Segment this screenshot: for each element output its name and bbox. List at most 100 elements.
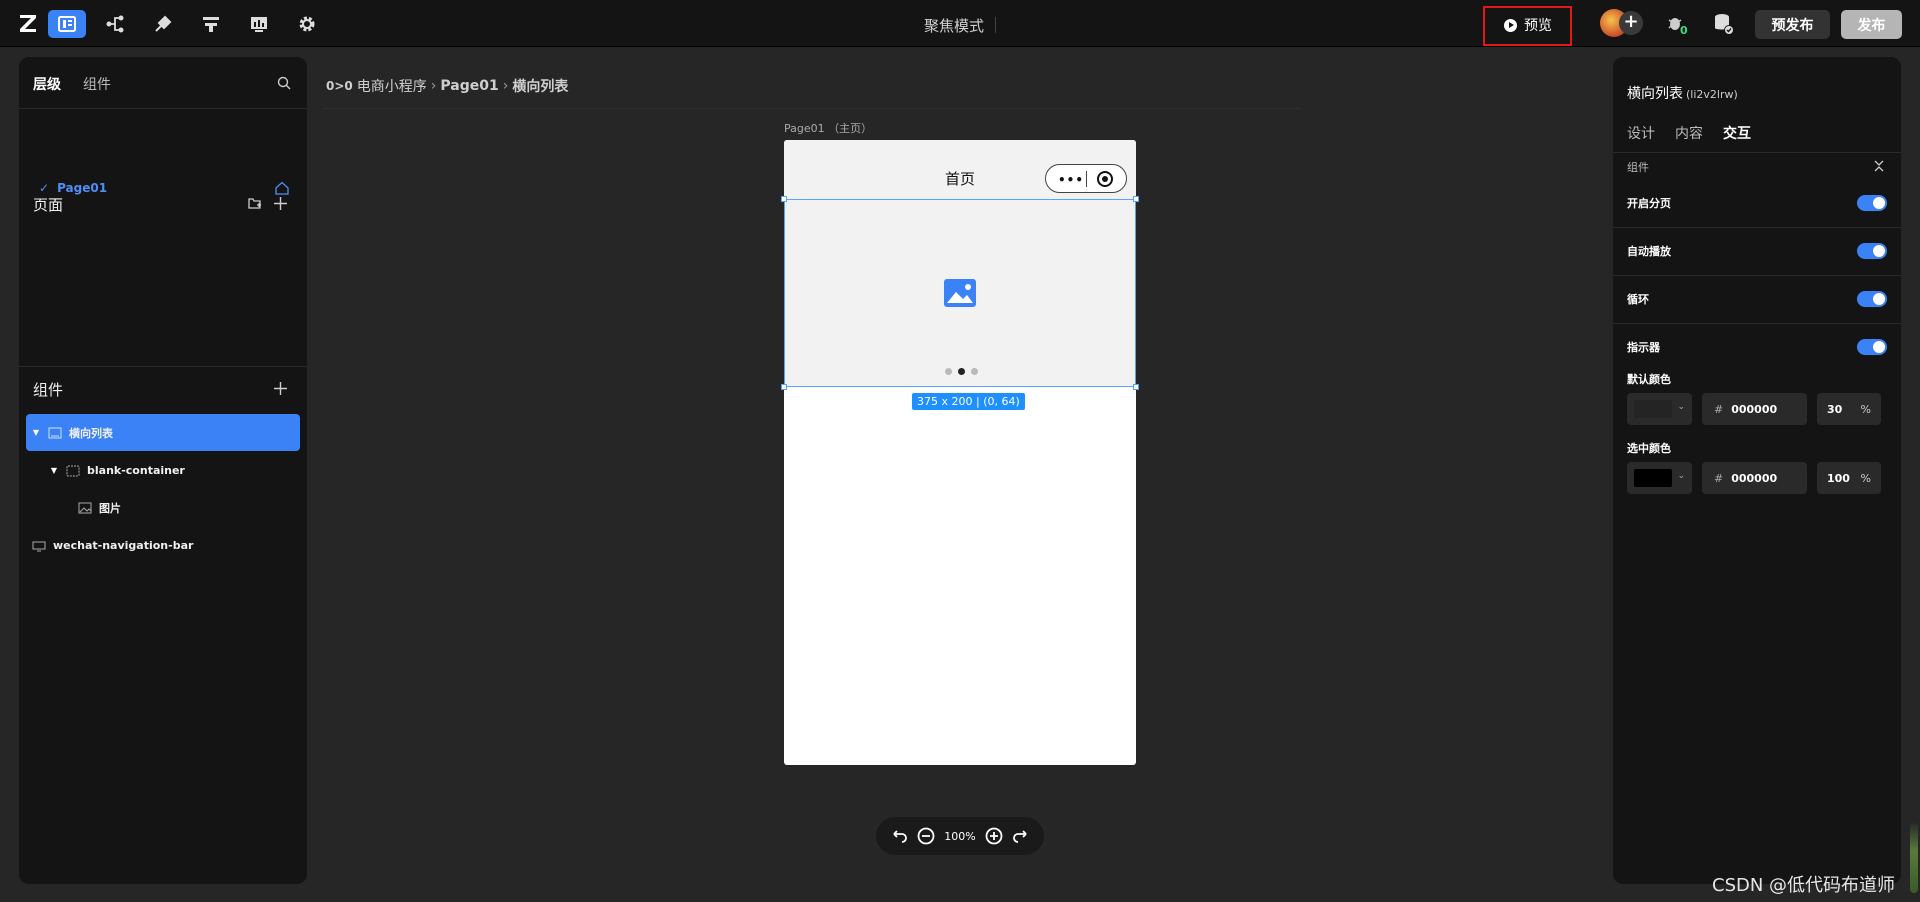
tab-design[interactable]: 设计 [1627, 123, 1655, 143]
add-folder-icon[interactable] [247, 196, 262, 211]
play-icon [1504, 18, 1517, 32]
flow-button[interactable] [96, 10, 134, 38]
selected-color-picker[interactable]: ⌄ [1627, 462, 1692, 494]
default-color-hex-input[interactable]: # 000000 [1702, 393, 1807, 425]
swiper-component[interactable] [784, 199, 1136, 387]
phone-canvas[interactable]: 首页 ••• 375 x 200 | (0, 64) [781, 140, 1139, 765]
tree-item-blank-container[interactable]: ▼ blank-container [26, 452, 300, 489]
divider [1613, 275, 1901, 276]
setting-label: 指示器 [1627, 341, 1660, 354]
default-color-opacity-input[interactable]: 30 % [1817, 393, 1881, 425]
tab-content[interactable]: 内容 [1675, 123, 1703, 143]
wechat-navigation-bar[interactable]: 首页 ••• [784, 140, 1136, 199]
color-swatch [1634, 400, 1672, 418]
indicator-setting: 指示器 [1627, 339, 1887, 355]
zoom-in-icon[interactable] [985, 827, 1003, 845]
title-divider [995, 17, 996, 33]
default-color-picker[interactable]: ⌄ [1627, 393, 1692, 425]
autoplay-toggle[interactable] [1857, 243, 1887, 259]
tree-item-image[interactable]: 图片 [26, 489, 300, 526]
tab-layers[interactable]: 层级 [33, 74, 61, 94]
caret-down-icon[interactable]: ▼ [48, 466, 60, 475]
mini-program-capsule[interactable]: ••• [1045, 164, 1127, 193]
container-icon [66, 465, 80, 476]
api-button[interactable] [192, 10, 230, 38]
settings-button[interactable] [288, 10, 326, 38]
selected-color-hex-input[interactable]: # 000000 [1702, 462, 1807, 494]
dashboard-icon [251, 17, 267, 32]
chevron-down-icon: ⌄ [1677, 471, 1685, 481]
pagination-toggle[interactable] [1857, 195, 1887, 211]
tab-components[interactable]: 组件 [83, 74, 111, 94]
tree-item-wechat-navigation-bar[interactable]: wechat-navigation-bar [26, 527, 300, 564]
resize-handle[interactable] [1133, 196, 1139, 202]
add-page-icon[interactable] [273, 196, 288, 211]
breadcrumb-separator: › [430, 78, 437, 94]
bug-icon[interactable]: 0 [1666, 12, 1688, 36]
page-item-page01[interactable]: ✓ Page01 [39, 181, 107, 195]
home-icon [275, 181, 289, 195]
undo-icon[interactable] [890, 827, 908, 845]
breadcrumb-item[interactable]: 横向列表 [512, 76, 568, 96]
add-collaborator-icon[interactable]: + [1619, 11, 1643, 35]
dashboard-button[interactable] [240, 10, 278, 38]
hash-symbol: # [1714, 471, 1724, 485]
breadcrumb-item[interactable]: Page01 [440, 78, 498, 94]
preview-button[interactable]: 预览 [1492, 11, 1564, 39]
plugin-button[interactable] [144, 10, 182, 38]
selected-color-label: 选中颜色 [1627, 442, 1671, 455]
image-icon [78, 502, 92, 513]
resize-handle[interactable] [781, 384, 787, 390]
hex-value: 000000 [1731, 402, 1778, 416]
setting-label: 循环 [1627, 293, 1649, 306]
add-component-icon[interactable] [273, 381, 288, 396]
indicator-dot [944, 368, 952, 375]
loop-toggle[interactable] [1857, 291, 1887, 307]
redo-icon[interactable] [1012, 827, 1030, 845]
section-label: 组件 [1627, 161, 1649, 174]
watermark: CSDN @低代码布道师 [1712, 875, 1896, 896]
gear-icon [299, 16, 315, 32]
capsule-divider [1086, 171, 1087, 187]
publish-button[interactable]: 发布 [1841, 10, 1902, 39]
tab-interaction[interactable]: 交互 [1723, 123, 1751, 143]
breadcrumb-item[interactable]: 电商小程序 [357, 76, 427, 96]
default-color-row: ⌄ # 000000 30 % [1627, 393, 1887, 425]
search-icon[interactable] [277, 76, 291, 90]
close-capsule-icon[interactable] [1097, 171, 1113, 187]
selected-color-opacity-input[interactable]: 100 % [1817, 462, 1881, 494]
properties-tabs: 设计 内容 交互 [1627, 123, 1751, 143]
database-icon[interactable] [1713, 12, 1735, 36]
focus-mode-title: 聚焦模式 [924, 17, 985, 35]
hex-value: 000000 [1731, 471, 1778, 485]
percent-unit: % [1860, 402, 1871, 416]
tree-item-label: wechat-navigation-bar [53, 539, 194, 552]
pages-icon [58, 16, 76, 32]
pages-button[interactable] [48, 10, 86, 38]
logo-icon [20, 15, 36, 32]
page-item-label: Page01 [57, 181, 108, 195]
scroll-indicator[interactable] [1910, 823, 1918, 893]
collapse-icon[interactable] [1873, 159, 1885, 173]
api-icon [203, 17, 219, 32]
tree-item-label: 横向列表 [69, 426, 113, 440]
page-label: Page01 （主页） [784, 122, 873, 135]
more-icon[interactable]: ••• [1058, 173, 1084, 187]
component-title: 横向列表 (li2v2lrw) [1627, 83, 1738, 103]
canvas-divider [322, 108, 1300, 109]
indicator-toggle[interactable] [1857, 339, 1887, 355]
prepublish-button[interactable]: 预发布 [1755, 10, 1830, 39]
pages-section-title: 页面 [33, 196, 64, 214]
resize-handle[interactable] [1133, 384, 1139, 390]
zoom-out-icon[interactable] [917, 827, 935, 845]
breadcrumb: 0>0 电商小程序 › Page01 › 横向列表 [326, 76, 568, 96]
resize-handle[interactable] [781, 196, 787, 202]
tree-item-swiper[interactable]: ▼ 横向列表 [26, 414, 300, 451]
caret-down-icon[interactable]: ▼ [30, 428, 42, 437]
default-color-label: 默认颜色 [1627, 373, 1671, 386]
selected-color-row: ⌄ # 000000 100 % [1627, 462, 1887, 494]
indicator-dot [970, 368, 978, 375]
opacity-value: 30 [1827, 402, 1843, 416]
divider [19, 108, 307, 109]
swiper-icon [48, 427, 62, 438]
